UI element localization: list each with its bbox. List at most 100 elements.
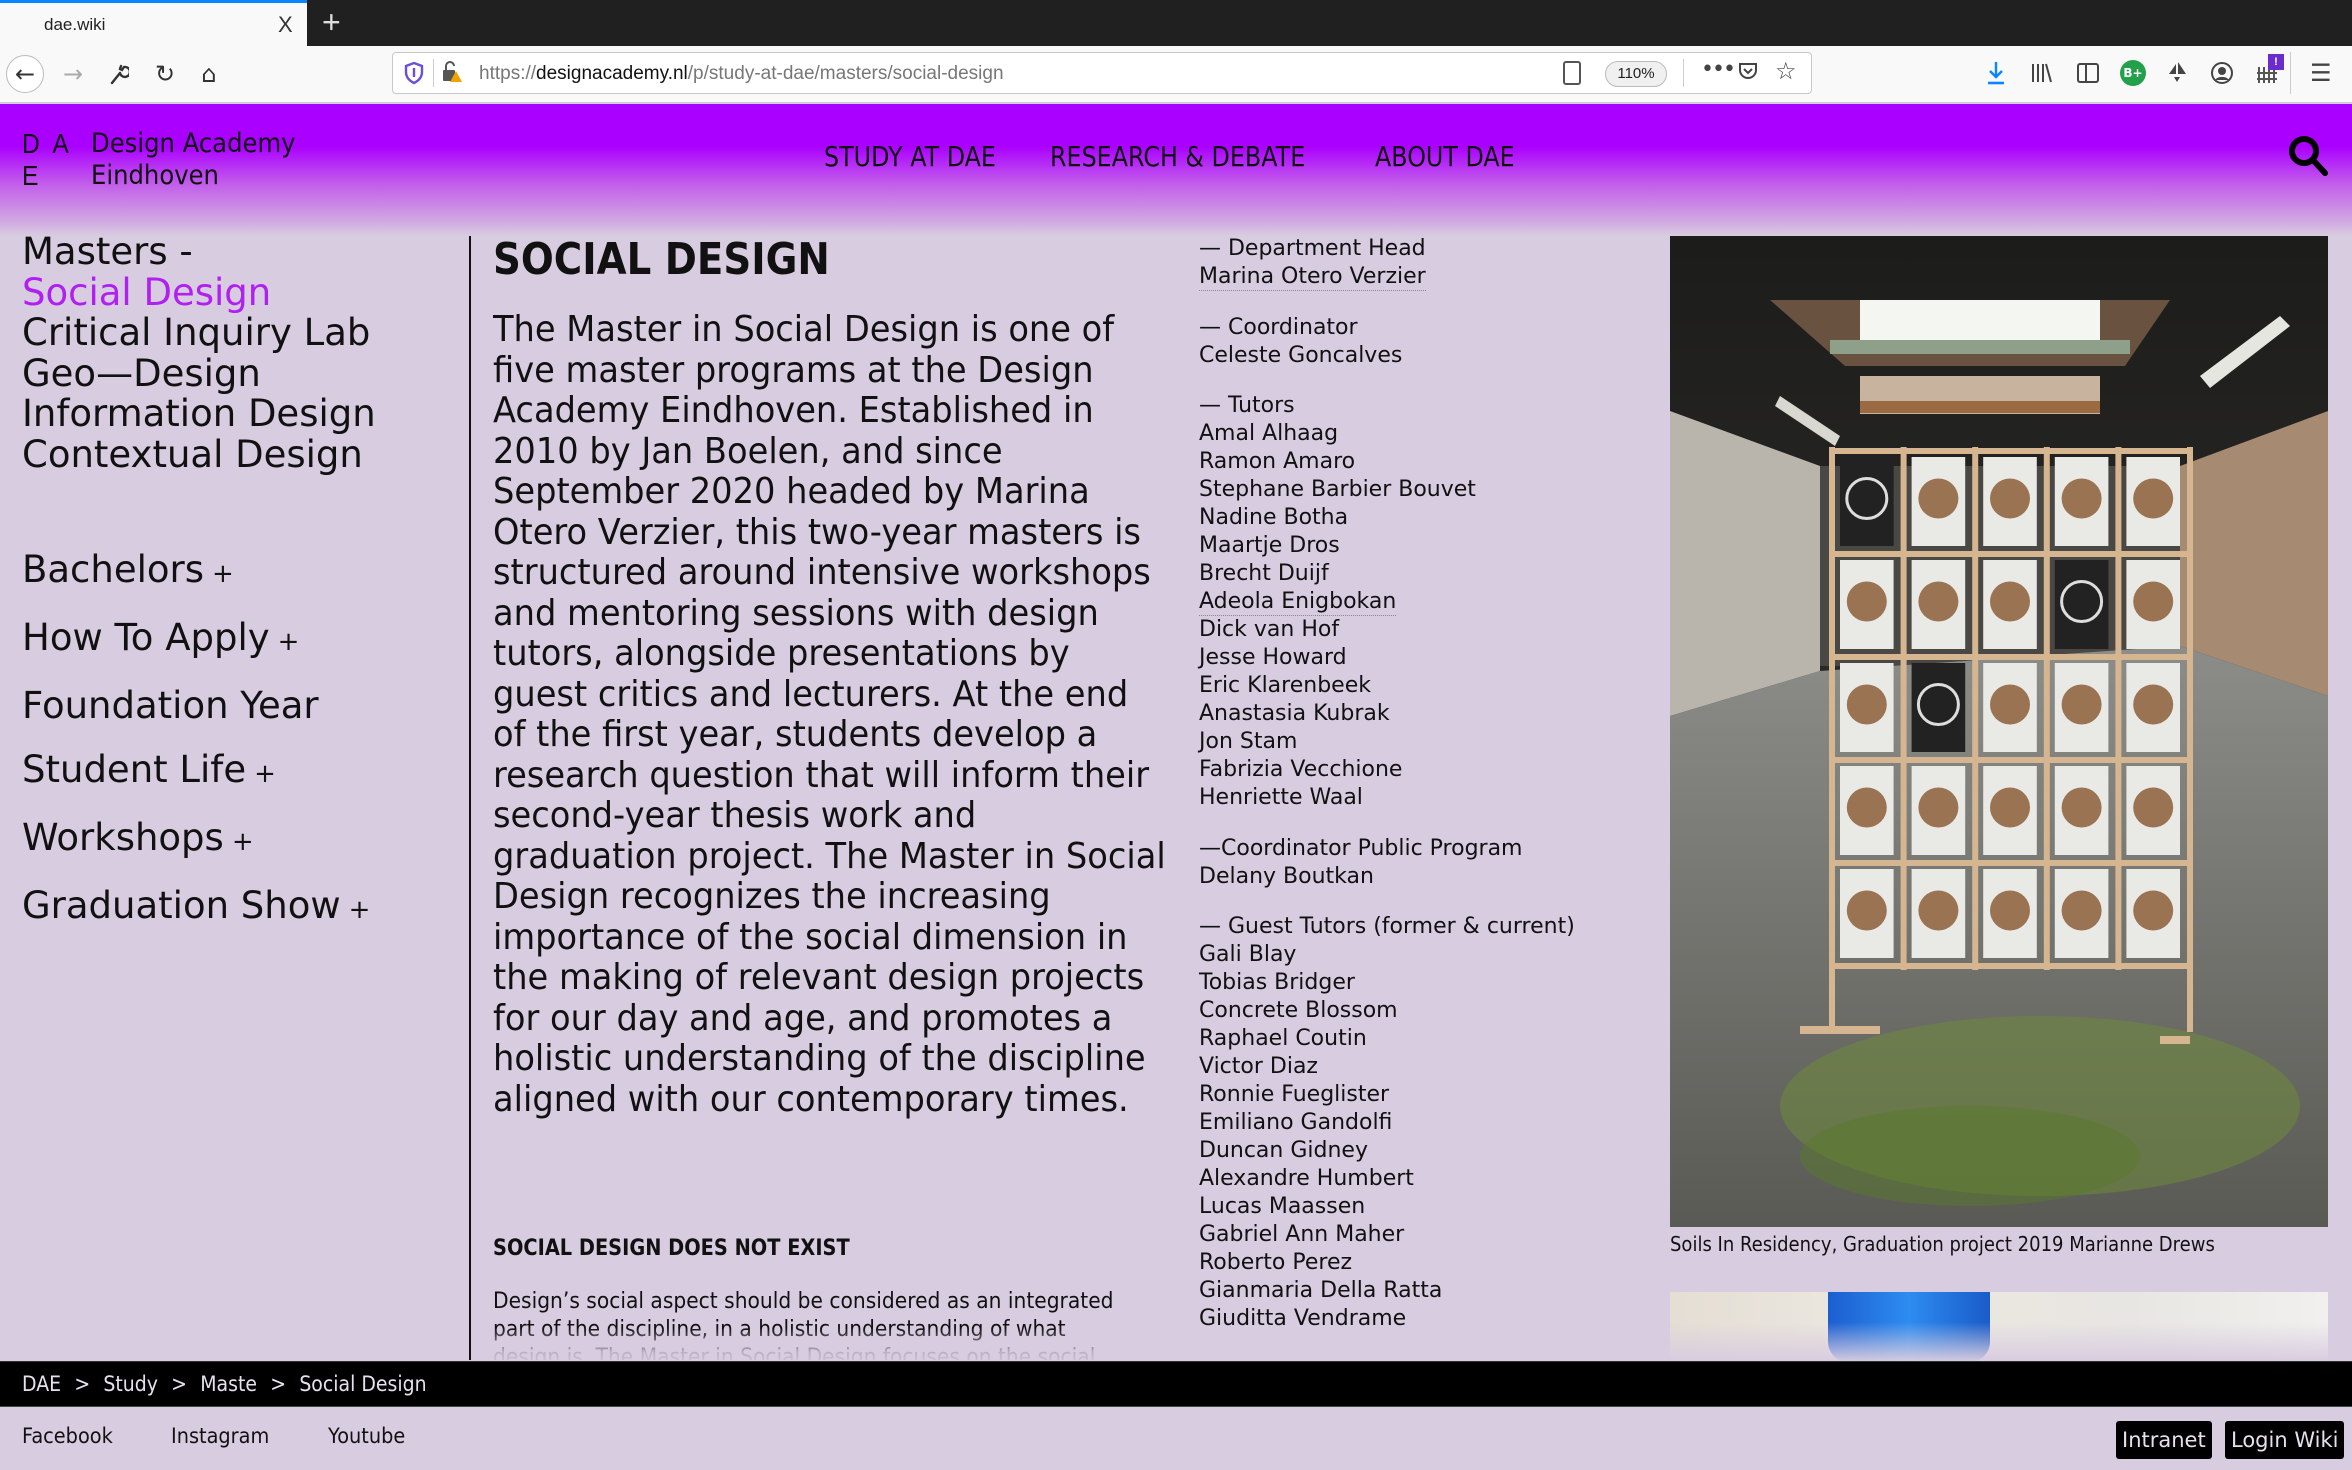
sidebar-item-geo-design[interactable]: Geo—Design	[22, 353, 462, 395]
hamburger-menu-icon[interactable]: ☰	[2310, 56, 2332, 90]
logo-wordmark[interactable]: Design Academy Eindhoven	[91, 128, 296, 192]
sidebar-item-graduation-show[interactable]: Graduation Show +	[22, 874, 370, 942]
breadcrumb-dae[interactable]: DAE	[22, 1372, 61, 1396]
youtube-link[interactable]: Youtube	[328, 1424, 405, 1448]
staff-name: Jon Stam	[1199, 729, 1298, 754]
tab-close-icon[interactable]: X	[278, 12, 293, 38]
bookmark-star-icon[interactable]: ☆	[1775, 57, 1797, 85]
back-button[interactable]: ←	[6, 55, 44, 93]
url-text[interactable]: https://designacademy.nl/p/study-at-dae/…	[479, 63, 1004, 85]
home-button[interactable]: ⌂	[190, 55, 228, 93]
staff-name: Stephane Barbier Bouvet	[1199, 477, 1476, 502]
expand-plus-icon[interactable]: +	[349, 895, 371, 925]
staff-name: Amal Alhaag	[1199, 421, 1339, 446]
reload-button[interactable]: ↻	[146, 55, 184, 93]
soil-sample	[1990, 581, 2030, 622]
sidebar-masters-toggle[interactable]: Masters -	[22, 231, 462, 273]
frame-rail	[1829, 654, 2193, 660]
frame-post	[1829, 447, 1835, 1032]
staff-name: Victor Diaz	[1199, 1054, 1318, 1079]
intranet-button[interactable]: Intranet	[2116, 1421, 2212, 1459]
soil-sample	[2133, 478, 2174, 519]
sidebar-item-how-to-apply[interactable]: How To Apply +	[22, 606, 370, 674]
graduation-project-photo[interactable]	[1670, 236, 2328, 1227]
url-separator	[1683, 59, 1684, 87]
nav-about-dae[interactable]: ABOUT DAE	[1375, 140, 1515, 173]
arrow-left-icon: ←	[14, 60, 36, 88]
staff-group: — Tutors Amal Alhaag Ramon Amaro Stephane B…	[1199, 392, 1619, 812]
new-tab-button[interactable]: +	[322, 4, 341, 41]
sidebar-item-social-design[interactable]: Social Design	[22, 272, 462, 314]
expand-plus-icon[interactable]: +	[278, 627, 300, 657]
sidebar-item-label: How To Apply	[22, 616, 270, 659]
staff-row: Marina Otero Verzier	[1199, 263, 1619, 291]
downloads-icon[interactable]	[1985, 56, 2007, 90]
account-icon[interactable]	[2210, 56, 2234, 90]
zoom-level-button[interactable]: 110%	[1605, 61, 1667, 87]
breadcrumb-separator: >	[74, 1372, 91, 1396]
sidebar-item-critical-inquiry-lab[interactable]: Critical Inquiry Lab	[22, 312, 462, 354]
staff-row: Roberto Perez	[1199, 1249, 1619, 1277]
sidebar-item-foundation-year[interactable]: Foundation Year	[22, 674, 370, 738]
student-photo[interactable]	[1670, 1292, 2328, 1362]
reader-view-icon[interactable]	[1563, 61, 1581, 85]
staff-name-link[interactable]: Marina Otero Verzier	[1199, 263, 1426, 291]
staff-row: Lucas Maassen	[1199, 1193, 1619, 1221]
sidebar-item-information-design[interactable]: Information Design	[22, 393, 462, 435]
sidebar-item-workshops[interactable]: Workshops +	[22, 806, 370, 874]
library-icon[interactable]	[2030, 56, 2054, 90]
staff-row: Maartje Dros	[1199, 532, 1619, 560]
search-icon[interactable]	[2287, 134, 2329, 176]
staff-name: Nadine Botha	[1199, 505, 1349, 530]
section-heading: SOCIAL DESIGN DOES NOT EXIST	[493, 1236, 850, 1261]
staff-name: Gabriel Ann Maher	[1199, 1222, 1405, 1247]
staff-row: Alexandre Humbert	[1199, 1165, 1619, 1193]
sidebar-toggle-icon[interactable]	[2076, 56, 2100, 90]
logo-mark[interactable]: D A E	[22, 128, 72, 192]
pocket-icon[interactable]	[1737, 60, 1759, 87]
sidebar-item-label: Graduation Show	[22, 884, 341, 927]
extension-b-plus-icon[interactable]: B+	[2120, 60, 2146, 86]
forward-button[interactable]: →	[54, 55, 92, 93]
breadcrumb-masters[interactable]: Maste	[200, 1372, 257, 1396]
sidebar-item-contextual-design[interactable]: Contextual Design	[22, 434, 462, 476]
sidebar-item-bachelors[interactable]: Bachelors +	[22, 538, 370, 606]
expand-plus-icon[interactable]: +	[254, 759, 276, 789]
soil-sample	[2133, 581, 2174, 622]
instagram-link[interactable]: Instagram	[171, 1424, 269, 1448]
staff-row: Gabriel Ann Maher	[1199, 1221, 1619, 1249]
arrow-right-icon: →	[62, 60, 84, 88]
expand-plus-icon[interactable]: +	[212, 559, 234, 589]
extension-bell-icon[interactable]	[2166, 56, 2188, 90]
address-bar[interactable]: https://designacademy.nl/p/study-at-dae/…	[392, 52, 1812, 94]
nav-research-debate[interactable]: RESEARCH & DEBATE	[1050, 140, 1305, 173]
masters-menu: Masters - Social Design Critical Inquiry…	[22, 231, 462, 476]
facebook-link[interactable]: Facebook	[22, 1424, 113, 1448]
browser-toolbar: ← → ↻ ⌂ https://designacademy.nl/p/study…	[0, 46, 2352, 103]
main-content[interactable]: SOCIAL DESIGN The Master in Social Desig…	[493, 232, 1173, 1360]
staff-row: Tobias Bridger	[1199, 969, 1619, 997]
staff-name-link[interactable]: Adeola Enigbokan	[1199, 588, 1397, 616]
breadcrumb-study[interactable]: Study	[103, 1372, 158, 1396]
nav-study-at-dae[interactable]: STUDY AT DAE	[824, 140, 996, 173]
staff-group-heading: — Department Head	[1199, 236, 1426, 261]
staff-group: — Guest Tutors (former & current) Gali Bl…	[1199, 913, 1619, 1333]
staff-group-heading: —Coordinator Public Program	[1199, 835, 1523, 861]
insecure-lock-icon[interactable]	[441, 60, 463, 89]
breadcrumb-separator: >	[270, 1372, 287, 1396]
photo-soils-in-residency	[1670, 236, 2328, 1227]
staff-name: Ramon Amaro	[1199, 449, 1356, 474]
staff-name: Eric Klarenbeek	[1199, 673, 1371, 698]
staff-name: Alexandre Humbert	[1199, 1166, 1414, 1191]
expand-plus-icon[interactable]: +	[232, 827, 254, 857]
staff-name: Raphael Coutin	[1199, 1026, 1367, 1051]
soil-sample	[2133, 684, 2174, 725]
browser-tab-active[interactable]: dae.wiki X	[0, 0, 307, 46]
sidebar-item-student-life[interactable]: Student Life +	[22, 738, 370, 806]
login-wiki-button[interactable]: Login Wiki	[2225, 1421, 2345, 1459]
extension-alert-badge: !	[2268, 54, 2284, 70]
customize-button[interactable]	[100, 55, 138, 93]
soil-sample	[2061, 890, 2102, 931]
frame-rail	[1829, 860, 2193, 866]
page-actions-icon[interactable]: •••	[1701, 57, 1736, 82]
